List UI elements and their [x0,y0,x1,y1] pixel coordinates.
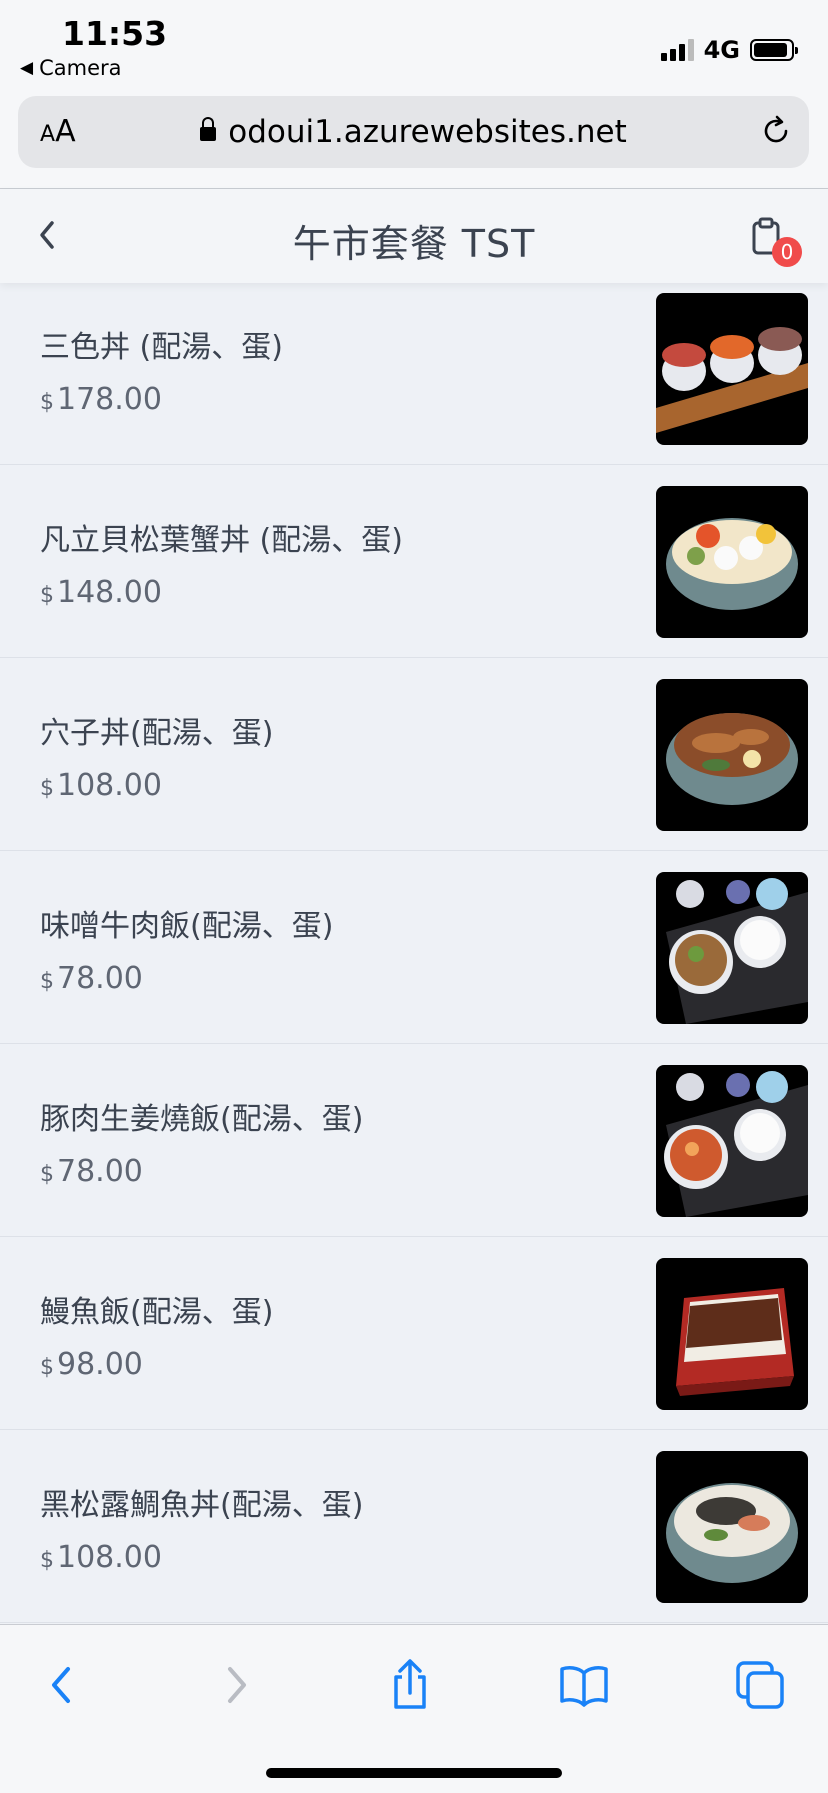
lock-icon [200,117,217,141]
item-photo[interactable] [656,1451,808,1603]
reload-icon[interactable] [759,114,793,152]
menu-item[interactable]: 三色丼 (配湯、蛋) $178.00 [0,272,828,465]
item-name: 豚肉生姜燒飯(配湯、蛋) [40,1102,364,1137]
signal-icon [660,39,694,61]
item-price: $108.00 [40,1540,162,1575]
app-header: 午市套餐 TST 0 [0,189,828,283]
item-photo[interactable] [656,1065,808,1217]
menu-item[interactable]: 鰻魚飯(配湯、蛋) $98.00 [0,1237,828,1430]
item-photo[interactable] [656,679,808,831]
item-photo[interactable] [656,293,808,445]
status-time: 11:53 [62,14,168,53]
back-to-app-link[interactable]: ◀ Camera [20,56,122,80]
home-indicator [266,1768,562,1778]
menu-item[interactable]: 穴子丼(配湯、蛋) $108.00 [0,658,828,851]
menu-list: 三色丼 (配湯、蛋) $178.00 凡立貝松葉蟹丼 (配湯、蛋) $148.0… [0,272,828,1623]
status-indicators: 4G [660,36,798,64]
url-display[interactable]: odoui1.azurewebsites.net [18,114,809,150]
back-arrow-icon[interactable] [32,1655,92,1715]
item-name: 三色丼 (配湯、蛋) [40,330,283,365]
tabs-icon[interactable] [730,1655,790,1715]
item-photo[interactable] [656,872,808,1024]
item-name: 穴子丼(配湯、蛋) [40,716,274,751]
item-price: $98.00 [40,1347,143,1382]
url-text: odoui1.azurewebsites.net [228,114,627,150]
browser-toolbar [0,1624,828,1793]
item-name: 鰻魚飯(配湯、蛋) [40,1295,274,1330]
menu-item[interactable]: 凡立貝松葉蟹丼 (配湯、蛋) $148.00 [0,465,828,658]
item-price: $108.00 [40,768,162,803]
item-photo[interactable] [656,486,808,638]
browser-address-area: AA odoui1.azurewebsites.net [0,92,828,189]
cart-button[interactable]: 0 [748,215,802,269]
item-name: 黑松露鯛魚丼(配湯、蛋) [40,1488,364,1523]
share-icon[interactable] [380,1655,440,1715]
bookmarks-icon[interactable] [554,1655,614,1715]
status-bar: 11:53 ◀ Camera 4G [0,0,828,92]
menu-item[interactable]: 豚肉生姜燒飯(配湯、蛋) $78.00 [0,1044,828,1237]
item-name: 味噌牛肉飯(配湯、蛋) [40,909,334,944]
item-name: 凡立貝松葉蟹丼 (配湯、蛋) [40,523,403,558]
menu-item[interactable]: 黑松露鯛魚丼(配湯、蛋) $108.00 [0,1430,828,1623]
battery-icon [750,39,798,61]
item-price: $78.00 [40,1154,143,1189]
menu-item[interactable]: 味噌牛肉飯(配湯、蛋) $78.00 [0,851,828,1044]
item-price: $78.00 [40,961,143,996]
back-triangle-icon: ◀ [20,58,34,78]
page-title: 午市套餐 TST [292,222,536,266]
cart-count-badge: 0 [772,237,802,267]
address-bar[interactable]: AA odoui1.azurewebsites.net [18,96,809,168]
item-price: $148.00 [40,575,162,610]
network-label: 4G [703,36,740,64]
forward-arrow-icon [206,1655,266,1715]
back-app-label: Camera [39,56,122,80]
item-photo[interactable] [656,1258,808,1410]
item-price: $178.00 [40,382,162,417]
